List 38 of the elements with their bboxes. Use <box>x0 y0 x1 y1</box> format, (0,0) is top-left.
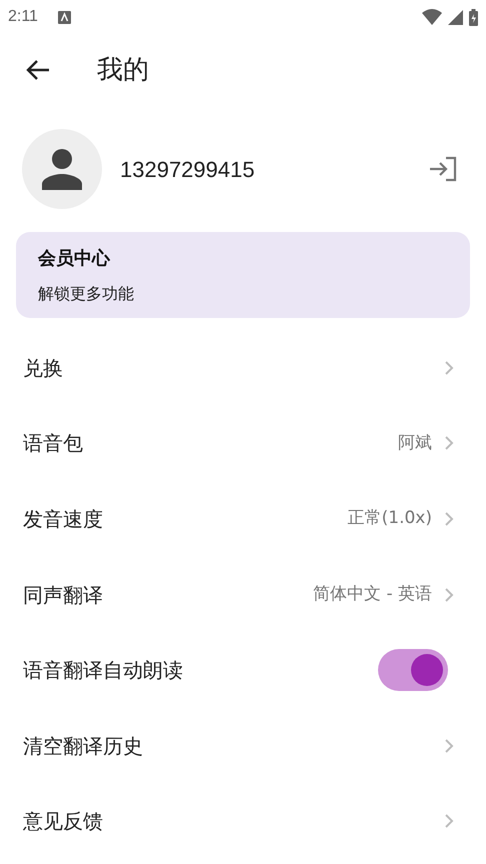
row-label: 语音翻译自动朗读 <box>23 657 183 684</box>
vip-card[interactable]: 会员中心 解锁更多功能 <box>16 232 470 318</box>
notification-icon <box>58 10 71 24</box>
chevron-right-icon <box>444 813 454 830</box>
chevron-right-icon <box>444 360 454 376</box>
row-label: 意见反馈 <box>23 808 103 836</box>
wifi-icon <box>422 9 442 25</box>
chevron-right-icon <box>444 738 454 754</box>
chevron-right-icon <box>444 435 454 452</box>
settings-row[interactable]: 兑换 <box>0 330 486 406</box>
vip-title: 会员中心 <box>38 246 112 270</box>
row-label: 兑换 <box>23 354 63 382</box>
login-button[interactable] <box>428 154 458 184</box>
chevron-right-icon <box>444 586 454 603</box>
settings-row[interactable]: 发音速度 正常(1.0x) <box>0 481 486 557</box>
person-icon <box>41 148 83 190</box>
status-time: 2:11 <box>8 7 38 27</box>
row-label: 语音包 <box>23 430 83 458</box>
row-label: 同声翻译 <box>23 582 103 609</box>
page-title: 我的 <box>97 54 149 86</box>
settings-row[interactable]: 清空翻译历史 <box>0 708 486 784</box>
row-value: 简体中文 - 英语 <box>313 582 432 606</box>
login-icon <box>429 156 457 182</box>
toggle-switch[interactable] <box>378 649 448 692</box>
settings-row[interactable]: 意见反馈 <box>0 784 486 860</box>
signal-icon <box>448 10 463 24</box>
settings-row[interactable]: 语音翻译自动朗读 <box>0 632 486 708</box>
vip-subtitle: 解锁更多功能 <box>38 282 135 304</box>
phone-number: 13297299415 <box>120 156 256 184</box>
battery-icon <box>469 8 478 26</box>
settings-row[interactable]: 同声翻译 简体中文 - 英语 <box>0 556 486 632</box>
settings-row[interactable]: 语音包 阿斌 <box>0 406 486 482</box>
chevron-right-icon <box>444 510 454 527</box>
row-label: 清空翻译历史 <box>23 732 143 760</box>
back-arrow-icon <box>26 59 50 81</box>
row-value: 正常(1.0x) <box>348 507 432 530</box>
row-label: 发音速度 <box>23 506 103 533</box>
row-value: 阿斌 <box>398 432 432 455</box>
